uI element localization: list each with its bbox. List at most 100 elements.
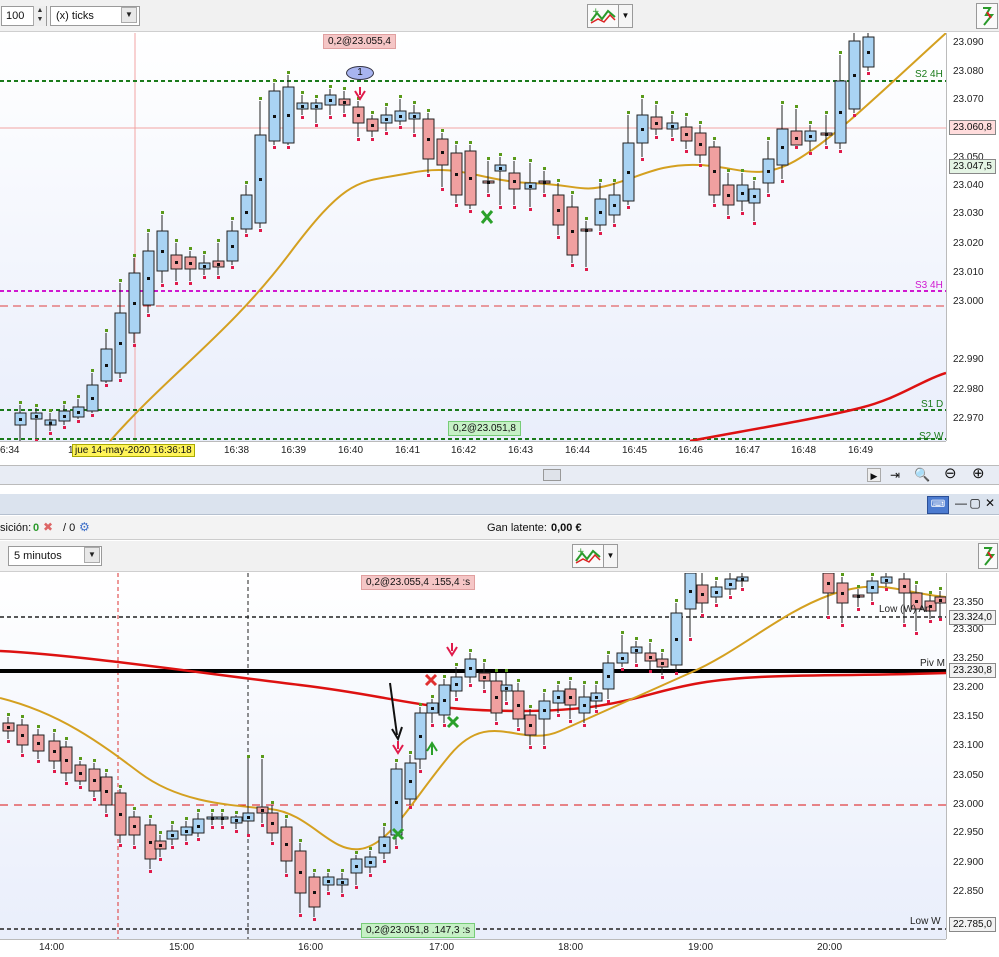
price-tick-label: 23.020 xyxy=(953,238,984,249)
low-marker xyxy=(93,798,96,801)
last-price-badge: 23.060,8 xyxy=(949,120,996,135)
candle-dot xyxy=(189,262,192,265)
candle-dot xyxy=(825,133,828,136)
chevron-down-icon[interactable]: ▼ xyxy=(84,547,100,563)
quantity-up-down-button[interactable]: ▲ ▼ xyxy=(33,6,46,26)
close-position-icon[interactable]: ✖ xyxy=(43,520,53,534)
high-marker xyxy=(91,369,94,372)
high-marker xyxy=(299,839,302,842)
candle-dot xyxy=(159,844,162,847)
high-marker xyxy=(499,153,502,156)
gear-icon[interactable]: ⚙ xyxy=(79,520,90,534)
high-marker xyxy=(285,815,288,818)
order-label-bottom[interactable]: 0,2@23.051,8 xyxy=(448,421,521,436)
low-marker xyxy=(217,276,220,279)
horizontal-scrollbar[interactable]: ▶ ⇥ 🔍 ⊖ ⊕ xyxy=(0,465,999,485)
bottom-indicators-dropdown[interactable]: ▼ xyxy=(604,544,618,568)
low-marker xyxy=(271,842,274,845)
low-marker xyxy=(299,914,302,917)
top-price-axis[interactable]: 23.090 23.080 23.070 23.050 23.040 23.030 23.0… xyxy=(946,33,999,441)
price-tick-label: 23.090 xyxy=(953,37,984,48)
bottom-order-label-bottom[interactable]: 0,2@23.051,8 .147,3 :s xyxy=(361,923,476,938)
high-marker xyxy=(543,689,546,692)
s1-d-label: S1 D xyxy=(921,399,944,410)
high-marker xyxy=(795,105,798,108)
low-marker xyxy=(715,604,718,607)
price-tick-label: 23.010 xyxy=(953,267,984,278)
bottom-price-chart[interactable]: 0,2@23.055,4 .155,4 :s 0,2@23.051,8 .147… xyxy=(0,573,946,939)
close-button[interactable]: ✕ xyxy=(981,495,999,513)
high-marker xyxy=(119,785,122,788)
high-marker xyxy=(571,191,574,194)
indicators-dropdown[interactable]: ▼ xyxy=(619,4,633,28)
low-marker xyxy=(613,224,616,227)
high-marker xyxy=(147,229,150,232)
auto-scale-icon[interactable]: ⇥ xyxy=(890,467,906,483)
zoom-in-icon[interactable]: ⊕ xyxy=(972,466,990,484)
candle-dot xyxy=(499,167,502,170)
candle-dot xyxy=(105,364,108,367)
low-marker xyxy=(231,266,234,269)
high-marker xyxy=(661,649,664,652)
low-marker xyxy=(641,158,644,161)
high-marker xyxy=(189,247,192,250)
high-marker xyxy=(871,573,874,576)
low-marker xyxy=(661,676,664,679)
trade-marker[interactable]: 1 xyxy=(346,66,374,80)
candle-dot xyxy=(35,415,38,418)
low-marker xyxy=(197,838,200,841)
high-marker xyxy=(825,111,828,114)
pivot-badge: 23.230,8 xyxy=(949,663,996,678)
candle-dot xyxy=(79,772,82,775)
top-price-chart[interactable]: 0,2@23.055,4 1 0,2@23.051,8 S2 4H S3 4H … xyxy=(0,33,946,442)
high-marker xyxy=(37,725,40,728)
low-marker xyxy=(499,206,502,209)
time-tick-label: 16:40 xyxy=(338,445,364,456)
low-marker xyxy=(929,620,932,623)
high-marker xyxy=(649,639,652,642)
candle-dot xyxy=(857,595,860,598)
chevron-down-icon[interactable]: ▼ xyxy=(121,7,137,23)
candle-dot xyxy=(583,704,586,707)
candle-dot xyxy=(455,173,458,176)
high-marker xyxy=(513,157,516,160)
high-marker xyxy=(149,815,152,818)
candle-dot xyxy=(19,418,22,421)
low-marker xyxy=(685,150,688,153)
candle-dot xyxy=(7,726,10,729)
bottom-indicators-button[interactable]: + xyxy=(572,544,604,568)
high-marker xyxy=(7,713,10,716)
candle-dot xyxy=(63,415,66,418)
high-marker xyxy=(915,581,918,584)
candle-dot xyxy=(235,819,238,822)
low-marker xyxy=(119,379,122,382)
candle-dot xyxy=(867,51,870,54)
low-marker xyxy=(557,236,560,239)
bottom-detach-icon[interactable] xyxy=(978,543,998,569)
candle-dot xyxy=(65,759,68,762)
time-tick-label: 16:49 xyxy=(848,445,874,456)
high-marker xyxy=(313,869,316,872)
low-marker xyxy=(189,282,192,285)
gain-label: Gan latente: xyxy=(487,522,547,534)
candle-dot xyxy=(795,137,798,140)
candle-dot xyxy=(203,265,206,268)
bottom-price-axis[interactable]: 23.350 23.300 23.250 23.200 23.150 23.100 23.0… xyxy=(946,573,999,939)
bottom-order-label-top[interactable]: 0,2@23.055,4 .155,4 :s xyxy=(361,575,476,590)
candle-dot xyxy=(727,194,730,197)
zoom-fit-icon[interactable]: 🔍 xyxy=(914,467,932,485)
sell-arrow-icon xyxy=(354,87,366,101)
detach-icon[interactable] xyxy=(976,3,998,29)
high-marker xyxy=(767,137,770,140)
low-marker xyxy=(91,414,94,417)
indicators-button[interactable]: + xyxy=(587,4,619,28)
order-label-top[interactable]: 0,2@23.055,4 xyxy=(323,34,396,49)
candle-dot xyxy=(301,105,304,108)
scroll-thumb[interactable] xyxy=(543,469,561,481)
zoom-out-icon[interactable]: ⊖ xyxy=(944,466,962,484)
high-marker xyxy=(301,91,304,94)
high-marker xyxy=(635,637,638,640)
candle-dot xyxy=(715,591,718,594)
keyboard-icon[interactable]: ⌨ xyxy=(927,496,949,514)
scroll-right-arrow-icon[interactable]: ▶ xyxy=(867,468,881,482)
